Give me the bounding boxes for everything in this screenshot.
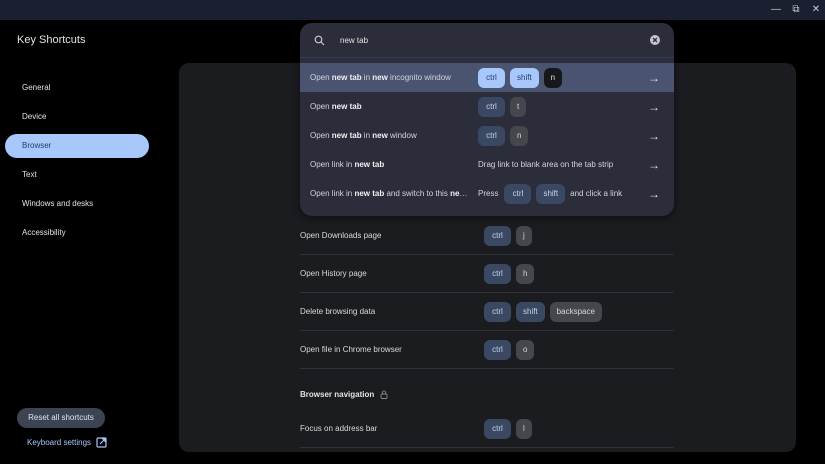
result-description: Open new tab in new window bbox=[310, 131, 468, 140]
reset-all-shortcuts-button[interactable]: Reset all shortcuts bbox=[17, 408, 105, 428]
keyboard-settings-label: Keyboard settings bbox=[27, 438, 92, 447]
search-result[interactable]: Open link in new tab Drag link to blank a… bbox=[300, 150, 674, 179]
match-highlight: new tab bbox=[331, 73, 362, 82]
result-description: Open link in new tab and switch to this … bbox=[310, 189, 468, 198]
sidebar-item-general[interactable]: General bbox=[5, 76, 149, 100]
desc-text: incognito window bbox=[387, 73, 451, 82]
key-n: n bbox=[543, 67, 563, 88]
minimize-icon[interactable]: — bbox=[769, 3, 783, 17]
close-icon[interactable]: ✕ bbox=[809, 3, 823, 17]
result-keys: ctrl shift n bbox=[478, 67, 567, 88]
key-ctrl: ctrl bbox=[484, 301, 511, 322]
arrow-right-icon[interactable]: → bbox=[648, 71, 660, 85]
lock-icon bbox=[380, 390, 388, 399]
desc-text: Open link in bbox=[310, 160, 355, 169]
result-keys: ctrl t bbox=[478, 96, 531, 117]
result-description: Open new tab bbox=[310, 102, 468, 111]
key-j: j bbox=[516, 225, 532, 246]
shortcut-description: Delete browsing data bbox=[300, 307, 376, 316]
desc-text: and switch to this bbox=[384, 189, 451, 198]
search-icon bbox=[314, 35, 325, 45]
key-backspace: backspace bbox=[549, 301, 602, 322]
shortcut-row[interactable]: Open History page ctrl h bbox=[300, 255, 674, 293]
instruction-text: Press bbox=[478, 189, 499, 198]
search-input[interactable]: new tab bbox=[340, 36, 368, 45]
shortcut-description: Open Downloads page bbox=[300, 231, 382, 240]
match-highlight: new tab bbox=[331, 131, 362, 140]
search-result[interactable]: Open new tab in new incognito window ctrl… bbox=[300, 63, 674, 92]
key-h: h bbox=[516, 263, 535, 284]
key-ctrl: ctrl bbox=[478, 67, 505, 88]
key-ctrl: ctrl bbox=[484, 263, 511, 284]
key-ctrl: ctrl bbox=[504, 183, 532, 204]
match-highlight: new bbox=[372, 131, 388, 140]
result-description: Open link in new tab bbox=[310, 160, 468, 169]
match-highlight: new window bbox=[450, 189, 468, 198]
key-ctrl: ctrl bbox=[478, 125, 505, 146]
result-keys: ctrl n bbox=[478, 125, 533, 146]
open-external-icon bbox=[96, 437, 107, 448]
arrow-right-icon[interactable]: → bbox=[648, 187, 660, 201]
section-title: Browser navigation bbox=[300, 390, 375, 399]
search-result[interactable]: Open new tab ctrl t → bbox=[300, 92, 674, 121]
match-highlight: new tab bbox=[354, 160, 385, 169]
shortcut-description: Open file in Chrome browser bbox=[300, 345, 402, 354]
desc-text: in bbox=[361, 131, 373, 140]
desc-text: Open bbox=[310, 131, 332, 140]
search-results-popup: new tab Open new tab in new incognito wi… bbox=[300, 23, 674, 216]
key-shift: shift bbox=[536, 183, 566, 204]
desc-text: in bbox=[361, 73, 373, 82]
arrow-right-icon[interactable]: → bbox=[648, 129, 660, 143]
instruction-text: Drag link to blank area on the tab strip bbox=[478, 160, 614, 169]
match-highlight: new bbox=[372, 73, 388, 82]
shortcut-row[interactable]: Open file in Chrome browser ctrl o bbox=[300, 331, 674, 369]
sidebar-item-text[interactable]: Text bbox=[5, 163, 149, 187]
desc-text: Open bbox=[310, 102, 332, 111]
result-keys: Drag link to blank area on the tab strip bbox=[478, 160, 619, 169]
arrow-right-icon[interactable]: → bbox=[648, 100, 660, 114]
clear-search-icon[interactable] bbox=[650, 35, 660, 45]
desc-text: window bbox=[387, 131, 417, 140]
sidebar-item-browser[interactable]: Browser bbox=[5, 134, 149, 158]
keyboard-settings-link[interactable]: Keyboard settings bbox=[27, 437, 107, 448]
key-l: l bbox=[516, 418, 532, 439]
key-ctrl: ctrl bbox=[484, 339, 511, 360]
result-description: Open new tab in new incognito window bbox=[310, 73, 468, 82]
match-highlight: new tab bbox=[354, 189, 385, 198]
key-ctrl: ctrl bbox=[484, 418, 511, 439]
key-ctrl: ctrl bbox=[484, 225, 511, 246]
key-shift: shift bbox=[516, 301, 545, 322]
search-bar[interactable]: new tab bbox=[300, 23, 674, 58]
shortcut-row[interactable]: Delete browsing data ctrl shift backspace bbox=[300, 293, 674, 331]
shortcut-description: Open History page bbox=[300, 269, 367, 278]
section-header: Browser navigation bbox=[300, 390, 388, 399]
shortcut-row[interactable]: Open Downloads page ctrl j bbox=[300, 217, 674, 255]
match-highlight: new tab bbox=[331, 102, 362, 111]
restore-icon[interactable]: ⧉ bbox=[789, 3, 803, 17]
key-o: o bbox=[516, 339, 535, 360]
sidebar-item-device[interactable]: Device bbox=[5, 105, 149, 129]
app-title: Key Shortcuts bbox=[17, 34, 86, 46]
key-t: t bbox=[510, 96, 527, 117]
sidebar-item-windows-and-desks[interactable]: Windows and desks bbox=[5, 192, 149, 216]
key-shift: shift bbox=[510, 67, 539, 88]
search-result[interactable]: Open link in new tab and switch to this … bbox=[300, 179, 674, 208]
desc-text: Open bbox=[310, 73, 332, 82]
desc-text: Open link in bbox=[310, 189, 355, 198]
search-result[interactable]: Open new tab in new window ctrl n → bbox=[300, 121, 674, 150]
shortcut-description: Focus on address bar bbox=[300, 424, 378, 433]
shortcut-row[interactable]: Focus on address bar ctrl l bbox=[300, 410, 674, 448]
arrow-right-icon[interactable]: → bbox=[648, 158, 660, 172]
title-bar: — ⧉ ✕ bbox=[0, 0, 825, 20]
result-keys: Press ctrl shift and click a link bbox=[478, 183, 628, 204]
key-n: n bbox=[510, 125, 529, 146]
instruction-text: and click a link bbox=[570, 189, 623, 198]
sidebar-item-accessibility[interactable]: Accessibility bbox=[5, 221, 149, 245]
key-ctrl: ctrl bbox=[478, 96, 505, 117]
